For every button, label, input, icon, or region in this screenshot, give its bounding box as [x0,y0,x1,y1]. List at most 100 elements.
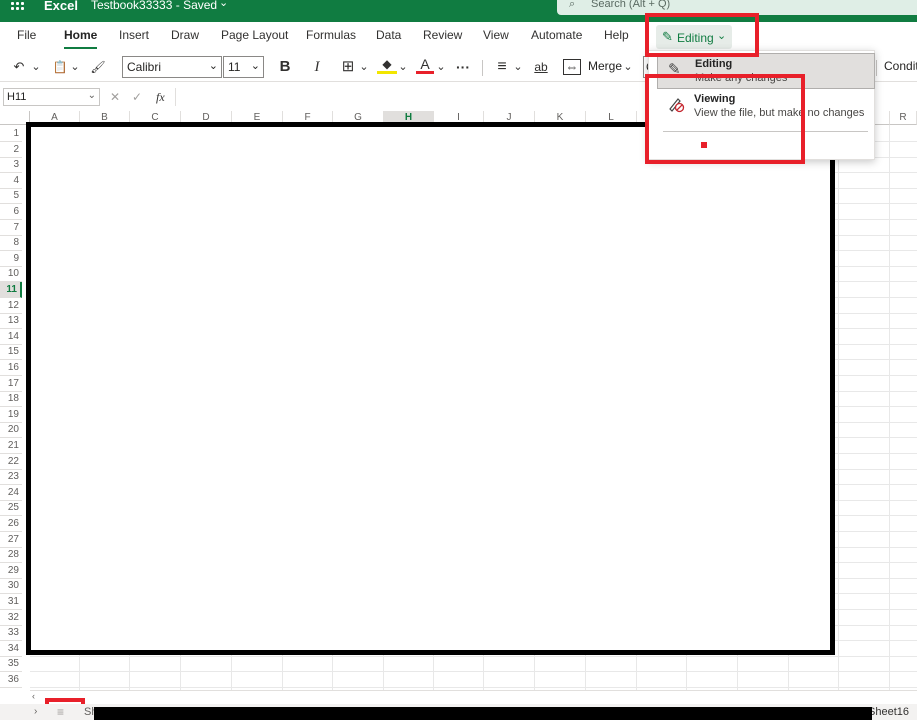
grid-row-line [30,671,917,672]
row-header[interactable]: 24 [0,485,22,501]
chevron-down-icon[interactable]: ⌄ [622,56,634,78]
chevron-down-icon[interactable]: ⌄ [512,56,524,78]
sheet-tab-last[interactable]: Sheet16 [868,706,909,718]
tab-draw[interactable]: Draw [171,28,199,42]
toolbar-divider [876,60,877,76]
grid-row-line [30,656,917,657]
confirm-icon[interactable]: ✓ [132,90,142,104]
font-size-select[interactable]: 11 ⌄ [223,56,264,78]
chevron-down-icon[interactable]: ⌄ [30,56,42,78]
row-header[interactable]: 11 [0,282,22,298]
row-header[interactable]: 25 [0,500,22,516]
menu-divider [663,131,868,132]
row-header[interactable]: 4 [0,173,22,189]
tab-help[interactable]: Help [604,28,629,42]
menu-item-editing[interactable]: ✎ Editing Make any changes [657,53,875,89]
tab-review[interactable]: Review [423,28,462,42]
row-header[interactable]: 14 [0,329,22,345]
chevron-down-icon[interactable]: ⌄ [358,56,370,78]
row-header[interactable]: 8 [0,235,22,251]
tab-file[interactable]: File [17,28,36,42]
chevron-down-icon: ⌄ [87,90,96,101]
search-box[interactable]: ⌕ Search (Alt + Q) [557,0,917,15]
chevron-down-icon[interactable]: ⌄ [69,56,81,78]
row-header[interactable]: 19 [0,407,22,423]
row-header[interactable]: 5 [0,188,22,204]
undo-icon[interactable]: ↶ [10,56,28,78]
conditional-formatting-button[interactable]: Conditi [884,59,917,73]
row-header[interactable]: 15 [0,344,22,360]
horizontal-scrollbar[interactable]: ‹ [30,690,917,704]
tab-data[interactable]: Data [376,28,401,42]
row-header[interactable]: 27 [0,532,22,548]
row-header[interactable]: 20 [0,422,22,438]
document-title[interactable]: Testbook33333 - Saved [91,0,217,12]
all-sheets-icon[interactable]: ≡ [57,705,64,719]
row-header[interactable]: 6 [0,204,22,220]
row-header[interactable]: 18 [0,391,22,407]
more-options-icon[interactable]: ··· [452,56,474,78]
borders-icon[interactable]: ⊞ [338,56,358,78]
row-header[interactable]: 7 [0,220,22,236]
fill-color-icon[interactable]: ◆ [377,56,397,74]
row-header[interactable]: 1 [0,126,22,142]
row-header[interactable]: 35 [0,656,22,672]
row-header[interactable]: 36 [0,672,22,688]
row-header[interactable]: 2 [0,142,22,158]
tab-insert[interactable]: Insert [119,28,149,42]
sheet-nav-right-icon[interactable]: › [34,706,37,717]
app-name[interactable]: Excel [44,0,78,13]
row-header[interactable]: 17 [0,376,22,392]
redacted-sheet-tabs [94,707,872,720]
title-bar: Excel Testbook33333 - Saved ⌄ ⌕ Search (… [0,0,917,22]
scroll-left-icon[interactable]: ‹ [32,691,35,701]
font-color-icon[interactable]: A [416,56,434,74]
row-header[interactable]: 13 [0,313,22,329]
name-box[interactable]: H11 ⌄ [3,88,100,106]
row-header[interactable]: 9 [0,251,22,267]
row-header[interactable]: 29 [0,563,22,579]
row-header[interactable]: 26 [0,516,22,532]
chevron-down-icon: ⌄ [717,30,727,42]
paste-icon[interactable]: 📋 [51,56,69,78]
font-name-select[interactable]: Calibri ⌄ [122,56,222,78]
insert-function-icon[interactable]: fx [156,90,165,105]
menu-item-description: Make any changes [695,72,788,84]
tab-home[interactable]: Home [64,28,98,49]
name-box-value: H11 [7,91,27,103]
grid-column-line [889,125,890,690]
row-header[interactable]: 28 [0,547,22,563]
row-header[interactable]: 32 [0,610,22,626]
row-header[interactable]: 33 [0,625,22,641]
row-header[interactable]: 31 [0,594,22,610]
app-launcher-icon[interactable] [11,2,25,16]
tab-formulas[interactable]: Formulas [306,28,356,42]
align-icon[interactable]: ≡ [492,56,512,78]
menu-item-viewing[interactable]: Viewing View the file, but make no chang… [657,89,875,125]
row-header[interactable]: 16 [0,360,22,376]
format-painter-icon[interactable]: 🖌 [88,56,108,78]
tab-view[interactable]: View [483,28,509,42]
row-header[interactable]: 23 [0,469,22,485]
editing-mode-button[interactable]: ✎ Editing ⌄ [656,25,732,49]
row-header[interactable]: 30 [0,578,22,594]
merge-icon[interactable]: ⇔ [563,59,581,75]
row-header[interactable]: 3 [0,157,22,173]
row-header[interactable]: 22 [0,454,22,470]
chevron-down-icon[interactable]: ⌄ [435,56,447,78]
chevron-down-icon[interactable]: ⌄ [397,56,409,78]
row-header[interactable]: 10 [0,266,22,282]
row-header[interactable]: 21 [0,438,22,454]
italic-button[interactable]: I [308,56,326,78]
tab-automate[interactable]: Automate [531,28,582,42]
redacted-region [26,122,835,655]
tab-page-layout[interactable]: Page Layout [221,28,288,42]
row-header[interactable]: 34 [0,641,22,657]
chevron-down-icon[interactable]: ⌄ [219,0,228,9]
bold-button[interactable]: B [276,56,294,78]
merge-label[interactable]: Merge [588,59,622,73]
wrap-text-icon[interactable]: ab [531,56,551,78]
cancel-icon[interactable]: ✕ [110,90,120,104]
row-header[interactable]: 12 [0,298,22,314]
column-header[interactable]: R [890,111,917,125]
